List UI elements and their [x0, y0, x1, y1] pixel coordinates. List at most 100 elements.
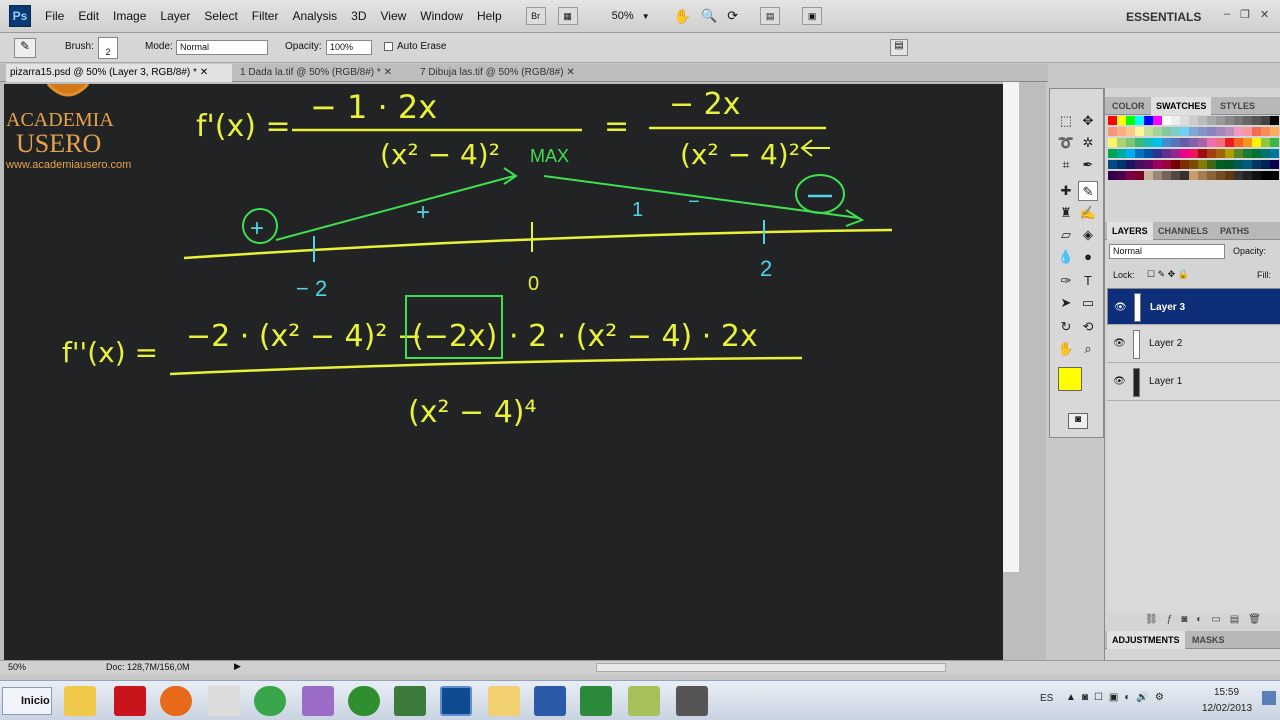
healing-brush-icon[interactable]: ✚	[1056, 181, 1076, 201]
photoshop-logo-icon[interactable]: Ps	[9, 5, 31, 27]
swatch[interactable]	[1234, 127, 1243, 136]
tab-masks[interactable]: MASKS	[1187, 631, 1230, 649]
swatch[interactable]	[1225, 149, 1234, 158]
close-icon[interactable]: ✕	[1260, 8, 1269, 21]
swatch[interactable]	[1126, 127, 1135, 136]
swatch[interactable]	[1207, 116, 1216, 125]
menu-view[interactable]: View	[380, 9, 406, 23]
pencil-tool-icon[interactable]: ✎	[1078, 181, 1098, 201]
clock-date[interactable]: 12/02/2013	[1202, 703, 1252, 714]
tray-icons[interactable]: ▲◙☐▣◐🔊⚙	[1066, 692, 1170, 703]
swatch[interactable]	[1207, 127, 1216, 136]
swatch[interactable]	[1135, 138, 1144, 147]
swatch[interactable]	[1207, 138, 1216, 147]
menu-file[interactable]: File	[45, 9, 64, 23]
quick-mask-icon[interactable]: ◙	[1068, 413, 1088, 429]
swatch[interactable]	[1261, 171, 1270, 180]
swatch[interactable]	[1243, 149, 1252, 158]
swatch[interactable]	[1171, 116, 1180, 125]
swatch[interactable]	[1252, 160, 1261, 169]
swatch[interactable]	[1198, 116, 1207, 125]
swatch[interactable]	[1261, 127, 1270, 136]
swatch[interactable]	[1144, 116, 1153, 125]
close-icon[interactable]: ✕	[566, 67, 574, 78]
chevron-down-icon[interactable]: ▼	[642, 12, 650, 21]
swatch[interactable]	[1135, 171, 1144, 180]
swatch[interactable]	[1270, 127, 1279, 136]
path-selection-icon[interactable]: ➤	[1056, 293, 1076, 313]
swatch[interactable]	[1216, 149, 1225, 158]
excel-app-icon[interactable]	[580, 686, 612, 716]
eyedropper-icon[interactable]: ✒	[1078, 155, 1098, 175]
swatch[interactable]	[1153, 160, 1162, 169]
swatch[interactable]	[1270, 138, 1279, 147]
magic-wand-icon[interactable]: ✲	[1078, 133, 1098, 153]
swatch[interactable]	[1117, 127, 1126, 136]
swatch[interactable]	[1225, 171, 1234, 180]
swatch[interactable]	[1162, 160, 1171, 169]
swatch[interactable]	[1189, 116, 1198, 125]
swatch[interactable]	[1198, 160, 1207, 169]
swatch[interactable]	[1216, 138, 1225, 147]
screen-mode-icon[interactable]: ▣	[802, 7, 823, 25]
swatch[interactable]	[1198, 171, 1207, 180]
swatch[interactable]	[1144, 127, 1153, 136]
swatch[interactable]	[1216, 160, 1225, 169]
layer-row-layer1[interactable]: 👁 Layer 1	[1107, 364, 1280, 401]
swatch[interactable]	[1117, 171, 1126, 180]
notes-app-icon[interactable]	[628, 686, 660, 716]
brush-panel-icon[interactable]: ▤	[890, 39, 908, 56]
swatch[interactable]	[1189, 127, 1198, 136]
swatch[interactable]	[1216, 127, 1225, 136]
swatch[interactable]	[1108, 171, 1117, 180]
swatch[interactable]	[1234, 138, 1243, 147]
swatch[interactable]	[1126, 171, 1135, 180]
tab-paths[interactable]: PATHS	[1215, 222, 1254, 240]
swatch[interactable]	[1153, 127, 1162, 136]
tab-dada-la[interactable]: 1 Dada la.tif @ 50% (RGB/8#) * ✕	[236, 64, 412, 82]
snipping-tool-app-icon[interactable]	[208, 686, 240, 716]
swatch[interactable]	[1234, 160, 1243, 169]
swatch[interactable]	[1171, 160, 1180, 169]
swatch[interactable]	[1180, 127, 1189, 136]
clock-time[interactable]: 15:59	[1214, 687, 1239, 698]
swatch[interactable]	[1198, 127, 1207, 136]
zoom-tool-icon[interactable]: 🔍	[701, 8, 717, 24]
close-icon[interactable]: ✕	[200, 67, 208, 78]
swatch[interactable]	[1180, 171, 1189, 180]
pencil-tool-icon[interactable]: ✎	[14, 38, 36, 58]
swatch[interactable]	[1171, 127, 1180, 136]
layer-panel-buttons[interactable]: ⛓ƒ◙◐▭▤🗑	[1145, 614, 1270, 625]
rotate-view-icon[interactable]: ⟳	[727, 8, 738, 24]
swatch[interactable]	[1225, 116, 1234, 125]
type-tool-icon[interactable]: T	[1078, 271, 1098, 291]
start-button[interactable]: Inicio	[2, 687, 52, 715]
workspace-switcher[interactable]: ESSENTIALS	[1126, 10, 1201, 24]
zoom-level[interactable]: 50%	[612, 10, 634, 22]
swatch[interactable]	[1189, 149, 1198, 158]
swatch[interactable]	[1252, 138, 1261, 147]
swatch[interactable]	[1126, 160, 1135, 169]
swatch[interactable]	[1144, 138, 1153, 147]
tab-dibuja-las[interactable]: 7 Dibuja las.tif @ 50% (RGB/8#) ✕	[416, 64, 592, 82]
tab-channels[interactable]: CHANNELS	[1153, 222, 1213, 240]
brush-size-picker[interactable]: 2	[98, 37, 118, 59]
status-zoom[interactable]: 50%	[8, 662, 26, 672]
swatch[interactable]	[1225, 160, 1234, 169]
lasso-tool-icon[interactable]: ➰	[1056, 133, 1076, 153]
view-extras-icon[interactable]: ▦	[557, 7, 578, 25]
crop-tool-icon[interactable]: ⌗	[1056, 155, 1076, 175]
swatch[interactable]	[1234, 171, 1243, 180]
menu-layer[interactable]: Layer	[160, 9, 190, 23]
swatch[interactable]	[1135, 160, 1144, 169]
swatch[interactable]	[1243, 116, 1252, 125]
menu-3d[interactable]: 3D	[351, 9, 366, 23]
tab-adjustments[interactable]: ADJUSTMENTS	[1107, 631, 1185, 649]
tab-color[interactable]: COLOR	[1107, 97, 1150, 115]
swatch[interactable]	[1216, 116, 1225, 125]
status-menu-arrow-icon[interactable]: ▶	[234, 661, 241, 672]
word-app-icon[interactable]	[534, 686, 566, 716]
menu-analysis[interactable]: Analysis	[292, 9, 337, 23]
swatch[interactable]	[1108, 116, 1117, 125]
menu-window[interactable]: Window	[420, 9, 463, 23]
